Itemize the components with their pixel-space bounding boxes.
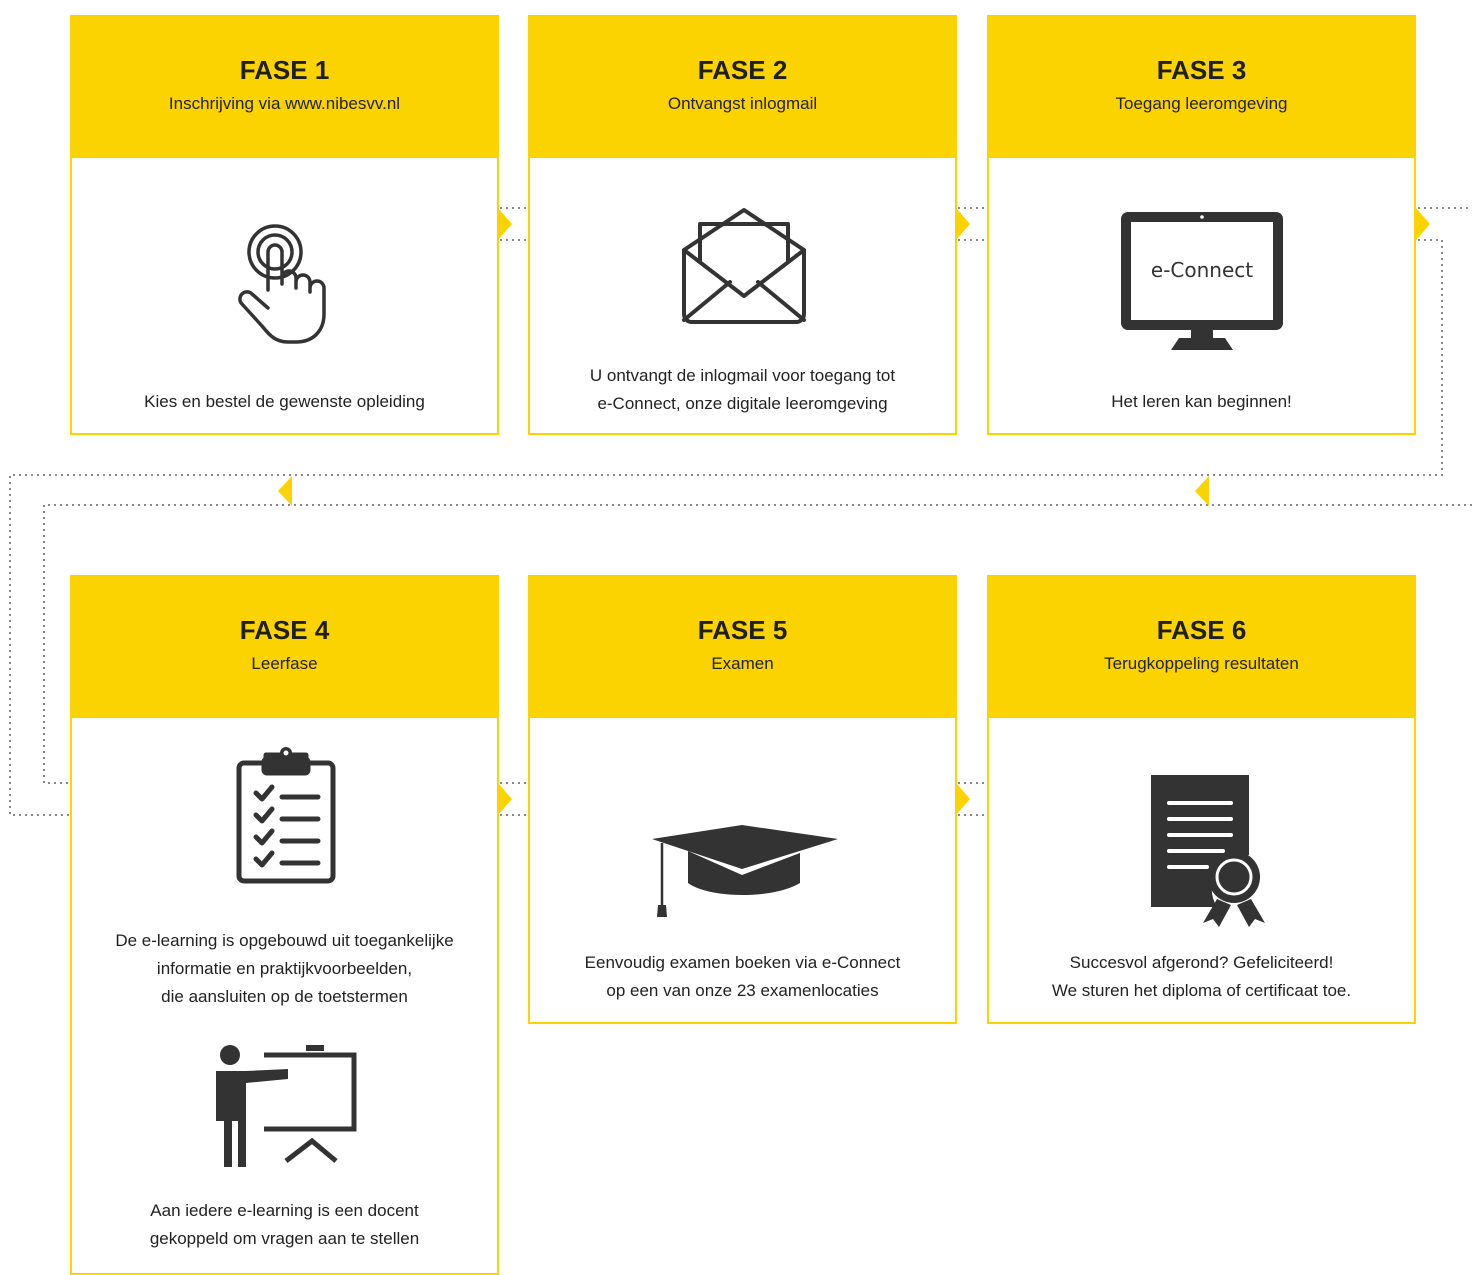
envelope-open-icon bbox=[682, 208, 806, 324]
phase-title: FASE 2 bbox=[697, 55, 788, 85]
phase-subtitle: Ontvangst inlogmail bbox=[667, 94, 818, 113]
phase-subtitle: Inschrijving via www.nibesvv.nl bbox=[168, 94, 401, 113]
phase-title: FASE 6 bbox=[1156, 615, 1247, 645]
phase-description: Het leren kan beginnen! bbox=[1111, 392, 1292, 411]
graduation-cap-icon bbox=[652, 825, 838, 917]
phase-card-1: FASE 1 Inschrijving via www.nibesvv.nl K… bbox=[70, 15, 499, 435]
phase-card-2: FASE 2 Ontvangst inlogmail U ontvangt de… bbox=[528, 15, 957, 435]
certificate-icon bbox=[1151, 775, 1265, 927]
touch-hand-icon bbox=[238, 224, 326, 344]
phase-card-4: FASE 4 Leerfase De e-learning is opgebou… bbox=[70, 575, 499, 1275]
clipboard-checklist-icon bbox=[236, 747, 336, 884]
phase-title: FASE 4 bbox=[239, 615, 330, 645]
phase-description: U ontvangt de inlogmail voor toegang tot… bbox=[589, 366, 896, 413]
arrow-right-icon bbox=[956, 208, 970, 240]
phase-header: FASE 6 Terugkoppeling resultaten bbox=[987, 575, 1416, 718]
phase-header: FASE 5 Examen bbox=[528, 575, 957, 718]
phase-card-3: FASE 3 Toegang leeromgeving e-Connect He… bbox=[987, 15, 1416, 435]
arrow-right-icon bbox=[498, 783, 512, 815]
phase-card-5: FASE 5 Examen Eenvoudig examen boeken vi… bbox=[528, 575, 957, 1024]
arrow-right-icon bbox=[1416, 208, 1430, 240]
teacher-presentation-icon bbox=[216, 1045, 357, 1167]
phase-header: FASE 1 Inschrijving via www.nibesvv.nl bbox=[70, 15, 499, 158]
arrow-left-icon bbox=[278, 476, 292, 506]
phase-subtitle: Terugkoppeling resultaten bbox=[1104, 654, 1299, 673]
phase-subtitle: Toegang leeromgeving bbox=[1115, 94, 1288, 113]
phase-subtitle: Examen bbox=[711, 654, 774, 673]
arrow-left-icon bbox=[1195, 476, 1209, 506]
monitor-screen-text: e-Connect bbox=[1150, 258, 1254, 282]
monitor-icon: e-Connect bbox=[1119, 210, 1285, 352]
phase-description: Kies en bestel de gewenste opleiding bbox=[144, 392, 425, 411]
phase-title: FASE 5 bbox=[697, 615, 788, 645]
phase-description: Succesvol afgerond? Gefeliciteerd! We st… bbox=[1051, 953, 1352, 1000]
phase-header: FASE 4 Leerfase bbox=[70, 575, 499, 718]
phase-header: FASE 3 Toegang leeromgeving bbox=[987, 15, 1416, 158]
phase-card-6: FASE 6 Terugkoppeling resultaten Succesv… bbox=[987, 575, 1416, 1024]
phase-subtitle: Leerfase bbox=[251, 654, 318, 673]
phase-header: FASE 2 Ontvangst inlogmail bbox=[528, 15, 957, 158]
arrow-right-icon bbox=[498, 208, 512, 240]
phase-title: FASE 1 bbox=[239, 55, 330, 85]
arrow-right-icon bbox=[956, 783, 970, 815]
phase-description-secondary: Aan iedere e-learning is een docent geko… bbox=[149, 1201, 420, 1248]
phase-description: De e-learning is opgebouwd uit toegankel… bbox=[115, 931, 454, 1006]
phase-title: FASE 3 bbox=[1156, 55, 1247, 85]
phase-description: Eenvoudig examen boeken via e-Connect op… bbox=[584, 953, 901, 1000]
